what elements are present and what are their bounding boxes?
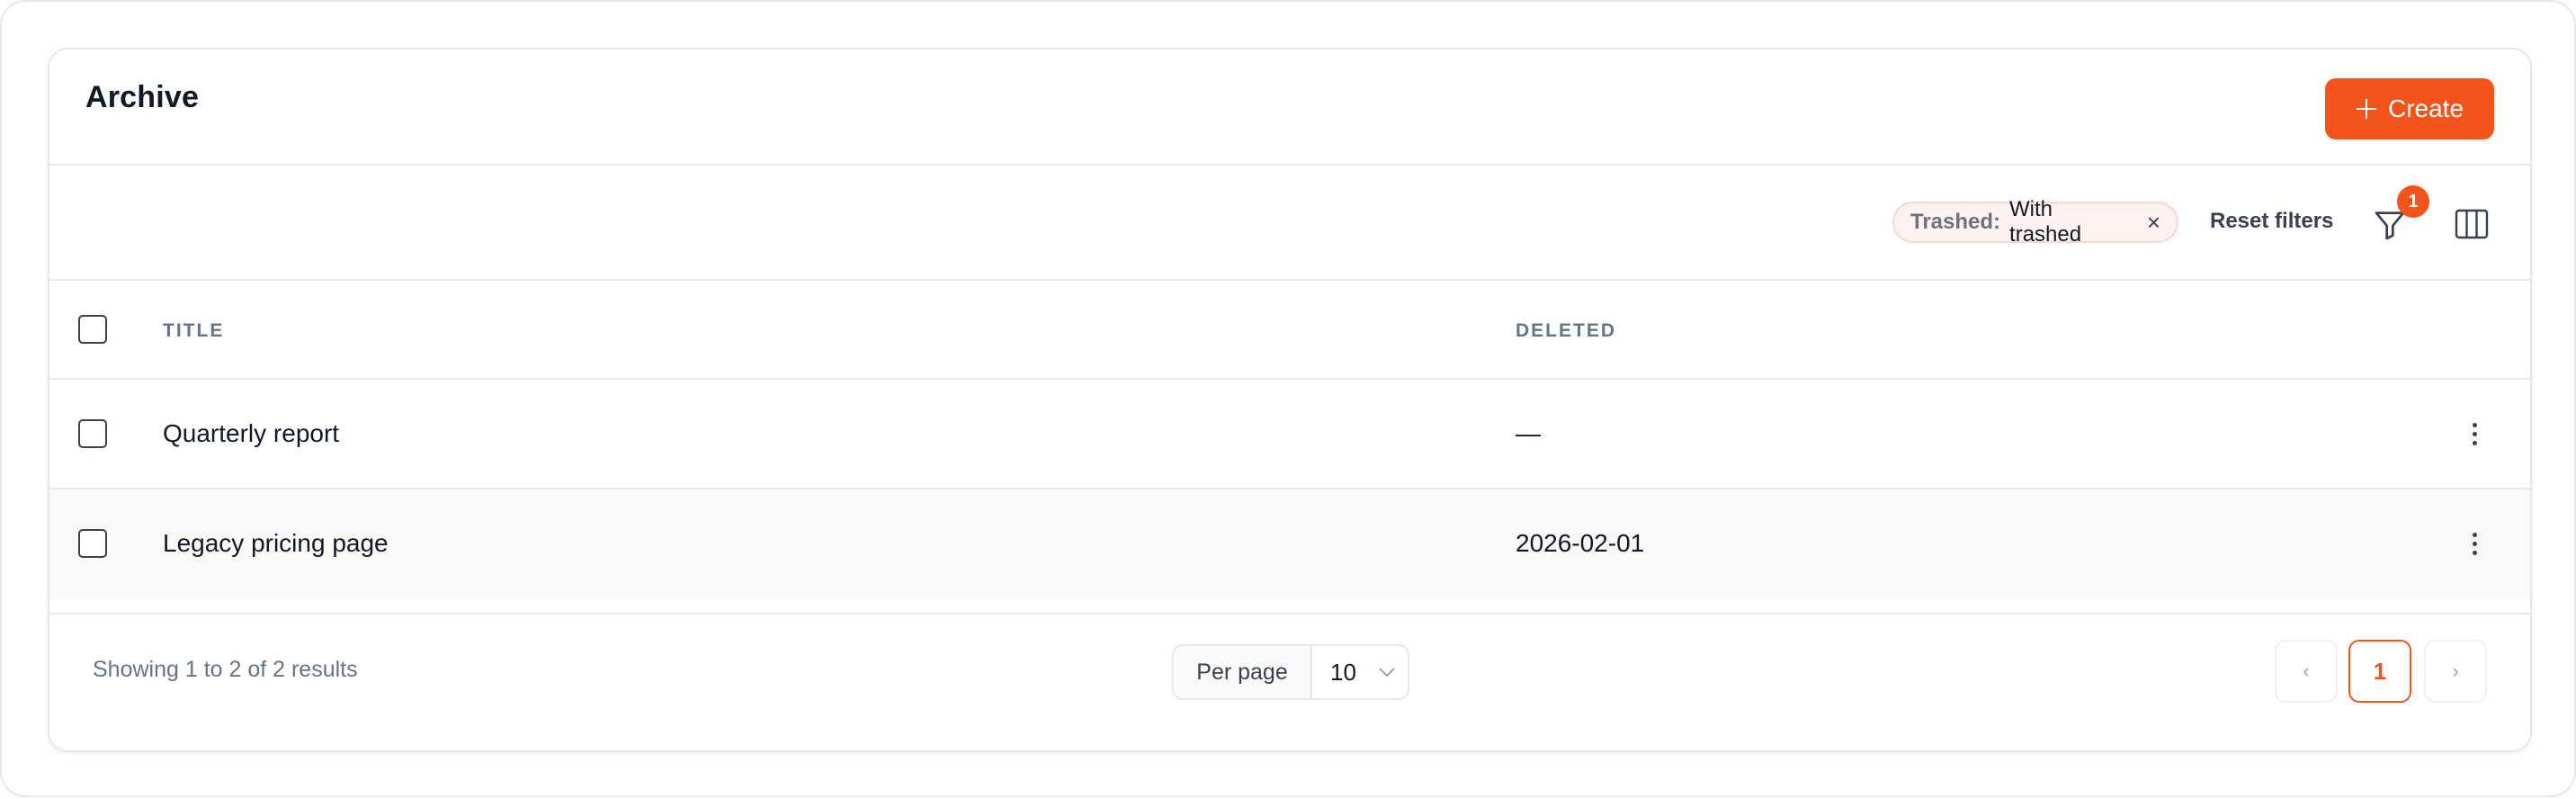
row-title: Legacy pricing page xyxy=(163,529,389,557)
page-title: Archive xyxy=(85,80,200,114)
column-header-title[interactable]: TITLE xyxy=(163,320,224,342)
filter-chip-value: With trashed xyxy=(2009,197,2082,247)
table-row: Legacy pricing page 2026-02-01 xyxy=(49,489,2530,599)
columns-icon xyxy=(2455,209,2489,239)
create-button[interactable]: Create xyxy=(2325,78,2494,139)
table-footer: Showing 1 to 2 of 2 results Per page 10 … xyxy=(49,613,2530,750)
plus-icon xyxy=(2356,98,2377,120)
table-header: TITLE DELETED xyxy=(49,281,2530,380)
column-header-deleted[interactable]: DELETED xyxy=(1516,320,1616,342)
kebab-icon[interactable] xyxy=(2469,531,2480,558)
row-deleted-date: — xyxy=(1516,419,1541,447)
table-toolbar: Trashed: With trashed × Reset filters 1 xyxy=(49,166,2530,281)
row-title: Quarterly report xyxy=(163,419,340,447)
row-checkbox[interactable] xyxy=(78,529,107,558)
results-summary: Showing 1 to 2 of 2 results xyxy=(93,657,358,682)
table-row: Quarterly report — xyxy=(49,380,2530,489)
pagination-prev-button[interactable]: ‹ xyxy=(2275,640,2338,703)
row-deleted-date: 2026-02-01 xyxy=(1516,529,1645,557)
archive-card: Archive Create Trashed: With trashed × R… xyxy=(48,48,2532,752)
chevron-down-icon xyxy=(1379,668,1395,678)
active-filter-chip: Trashed: With trashed × xyxy=(1892,197,2178,247)
select-all-checkbox[interactable] xyxy=(78,315,107,344)
card-header: Archive Create xyxy=(49,49,2530,166)
close-icon[interactable]: × xyxy=(2147,209,2160,237)
app-frame: Archive Create Trashed: With trashed × R… xyxy=(0,0,2576,797)
per-page-value: 10 xyxy=(1330,658,1356,686)
pagination-page-1[interactable]: 1 xyxy=(2348,640,2411,703)
create-button-label: Create xyxy=(2387,94,2464,122)
reset-filters-button[interactable]: Reset filters xyxy=(2210,209,2333,234)
kebab-icon[interactable] xyxy=(2469,421,2480,448)
per-page-select[interactable]: 10 xyxy=(1312,646,1408,698)
filter-count-badge: 1 xyxy=(2397,185,2429,218)
columns-toggle-button[interactable] xyxy=(2455,209,2489,239)
per-page-control: Per page 10 xyxy=(1172,644,1409,700)
row-checkbox[interactable] xyxy=(78,419,107,448)
filter-chip-key: Trashed: xyxy=(1910,210,2001,234)
per-page-label: Per page xyxy=(1174,646,1312,698)
pagination-next-button[interactable]: › xyxy=(2424,640,2487,703)
